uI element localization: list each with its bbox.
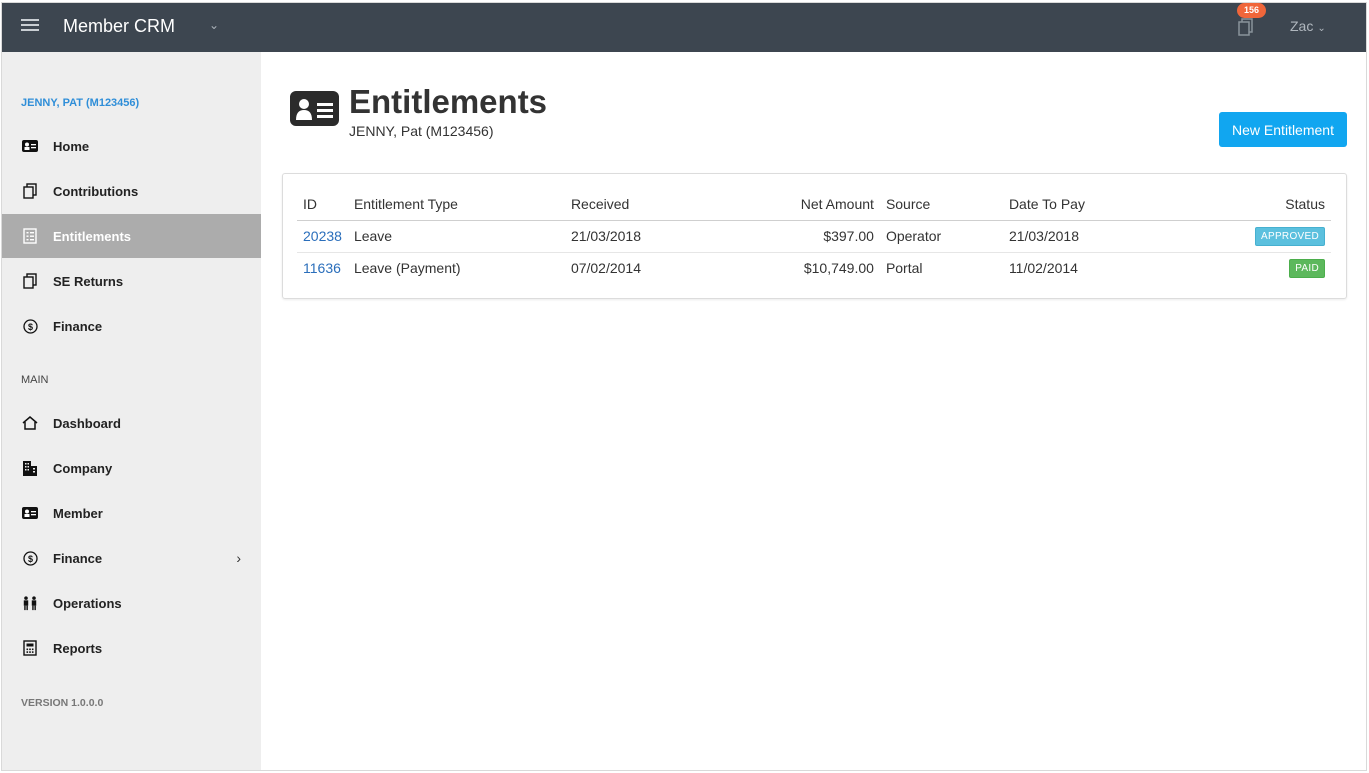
page-subtitle: JENNY, Pat (M123456) xyxy=(349,123,494,139)
people-icon xyxy=(22,595,38,611)
chevron-down-icon: ⌄ xyxy=(1317,23,1326,34)
home-icon xyxy=(22,415,38,431)
source: Portal xyxy=(885,260,923,277)
received-date: 21/03/2018 xyxy=(564,220,690,253)
sidebar-item-label: Company xyxy=(53,460,113,476)
sidebar-item-home[interactable]: Home xyxy=(2,124,261,168)
sidebar-item-company[interactable]: Company xyxy=(2,446,261,490)
svg-text:$: $ xyxy=(27,322,32,332)
building-icon xyxy=(22,460,38,476)
id-card-icon xyxy=(22,138,38,154)
sidebar-item-operations[interactable]: Operations xyxy=(2,581,261,625)
app-window: Member CRM ⌄ 156 Zac ⌄ JENNY, PAT (M12345… xyxy=(1,2,1367,771)
status-badge: APPROVED xyxy=(1255,227,1325,246)
date-to-pay: 11/02/2014 xyxy=(1008,260,1078,277)
status-badge: PAID xyxy=(1289,259,1325,279)
dollar-circle-icon: $ xyxy=(22,550,38,566)
sidebar-item-label: Operations xyxy=(53,595,122,611)
table-row[interactable]: 20238 Leave 21/03/2018 $397.00 Operator … xyxy=(297,220,1331,253)
entitlements-table: ID Entitlement Type Received Net Amount … xyxy=(297,188,1331,284)
chevron-down-icon[interactable]: ⌄ xyxy=(209,18,219,32)
entitlement-type: Leave xyxy=(347,220,565,253)
net-amount: $397.00 xyxy=(689,220,880,253)
copy-icon xyxy=(22,273,38,289)
new-entitlement-button[interactable]: New Entitlement xyxy=(1219,112,1347,147)
page-title: Entitlements xyxy=(349,83,548,120)
sidebar-item-entitlements[interactable]: Entitlements xyxy=(2,214,261,258)
sidebar-item-dashboard[interactable]: Dashboard xyxy=(2,401,261,445)
sidebar-item-finance-member[interactable]: $ Finance xyxy=(2,304,261,348)
calculator-icon xyxy=(22,640,38,656)
sidebar-item-label: Home xyxy=(53,138,90,154)
hamburger-menu-icon[interactable] xyxy=(21,19,39,33)
id-card-icon xyxy=(290,91,339,126)
date-to-pay: 21/03/2018 xyxy=(1002,220,1153,253)
column-header-source[interactable]: Source xyxy=(879,188,1003,221)
chevron-right-icon[interactable]: › xyxy=(236,550,241,566)
sidebar-item-label: Dashboard xyxy=(53,415,121,431)
column-header-net-amount[interactable]: Net Amount xyxy=(689,188,880,221)
entitlement-type: Leave (Payment) xyxy=(353,260,461,277)
entitlement-id-link[interactable]: 11636 xyxy=(303,260,341,276)
dollar-circle-icon: $ xyxy=(22,318,38,334)
sidebar-item-se-returns[interactable]: SE Returns xyxy=(2,259,261,303)
sidebar-item-label: Reports xyxy=(53,640,103,656)
user-name: Zac xyxy=(1290,18,1314,34)
app-title: Member CRM xyxy=(63,16,176,36)
entitlements-panel: ID Entitlement Type Received Net Amount … xyxy=(282,173,1347,299)
received-date: 07/02/2014 xyxy=(570,260,642,277)
column-header-date-to-pay[interactable]: Date To Pay xyxy=(1002,188,1153,221)
main-content: Entitlements JENNY, Pat (M123456) New En… xyxy=(261,52,1366,770)
sidebar-section-label: MAIN xyxy=(21,374,49,386)
sidebar-item-finance[interactable]: $ Finance › xyxy=(2,536,261,580)
sidebar-item-label: SE Returns xyxy=(53,273,124,289)
table-row[interactable]: 11636 Leave (Payment) 07/02/2014 $10,749… xyxy=(297,252,1331,284)
version-label: VERSION 1.0.0.0 xyxy=(21,697,104,709)
notification-count-badge[interactable]: 156 xyxy=(1237,3,1267,18)
sidebar-item-label: Member xyxy=(53,505,103,521)
sidebar-item-reports[interactable]: Reports xyxy=(2,626,261,670)
svg-text:$: $ xyxy=(27,554,32,564)
notifications-icon[interactable] xyxy=(1238,18,1254,36)
id-card-icon xyxy=(22,505,38,521)
top-bar: Member CRM ⌄ 156 Zac ⌄ xyxy=(2,3,1366,52)
sidebar: JENNY, PAT (M123456) Home Contributions … xyxy=(2,52,261,770)
column-header-status[interactable]: Status xyxy=(1152,188,1331,221)
sidebar-item-label: Entitlements xyxy=(53,228,132,244)
column-header-id[interactable]: ID xyxy=(297,188,348,221)
entitlement-id-link[interactable]: 20238 xyxy=(303,228,342,244)
source: Operator xyxy=(879,220,1003,253)
copy-icon xyxy=(22,183,38,199)
sidebar-item-label: Finance xyxy=(53,550,103,566)
net-amount: $10,749.00 xyxy=(803,260,874,277)
sidebar-item-member[interactable]: Member xyxy=(2,491,261,535)
column-header-received[interactable]: Received xyxy=(564,188,690,221)
table-header-row: ID Entitlement Type Received Net Amount … xyxy=(297,188,1331,221)
user-menu[interactable]: Zac ⌄ xyxy=(1290,18,1326,34)
member-name-link[interactable]: JENNY, PAT (M123456) xyxy=(21,97,139,109)
sidebar-item-contributions[interactable]: Contributions xyxy=(2,169,261,213)
document-list-icon xyxy=(22,228,38,244)
sidebar-item-label: Finance xyxy=(53,318,103,334)
column-header-entitlement-type[interactable]: Entitlement Type xyxy=(347,188,565,221)
sidebar-item-label: Contributions xyxy=(53,183,139,199)
